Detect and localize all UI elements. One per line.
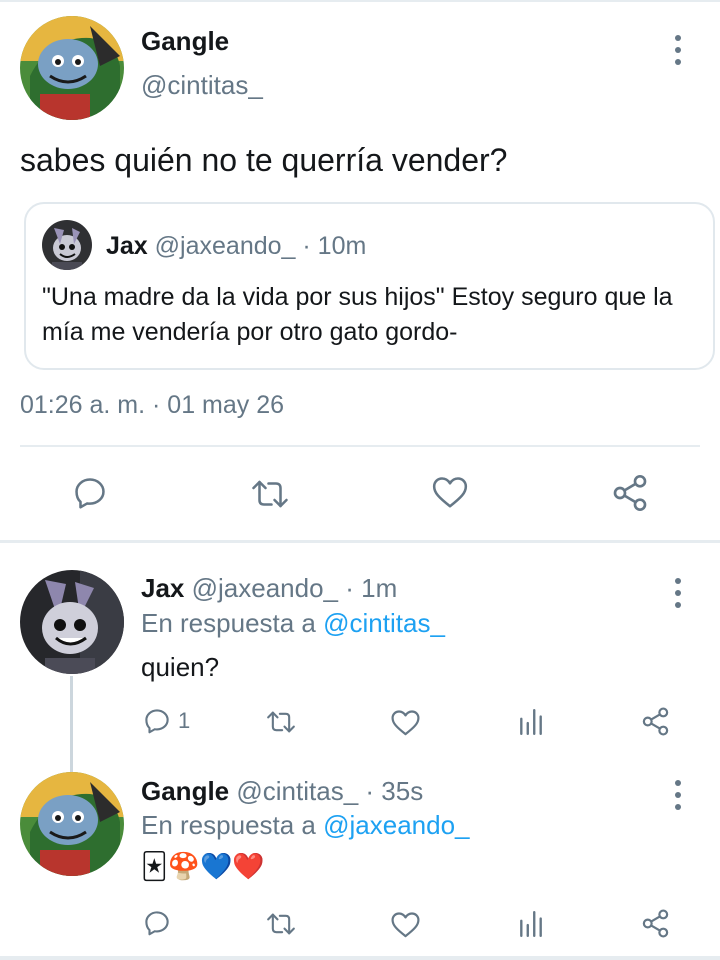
like-button[interactable] — [390, 708, 421, 737]
author-avatar[interactable] — [20, 16, 124, 120]
like-button[interactable] — [390, 910, 421, 939]
analytics-button[interactable] — [518, 708, 544, 736]
share-button[interactable] — [640, 706, 671, 737]
quoted-author-avatar — [42, 220, 92, 270]
share-icon — [642, 909, 669, 938]
heart-icon — [432, 477, 468, 508]
reply-icon — [145, 911, 169, 936]
heart-icon — [391, 710, 420, 736]
reply-text: quien? — [141, 652, 220, 682]
reply-prefix: En respuesta a — [141, 810, 316, 840]
retweet-icon — [267, 711, 295, 733]
retweet-button[interactable] — [249, 476, 291, 512]
reply-button[interactable] — [142, 908, 172, 938]
heart-icon — [391, 912, 420, 938]
reply-time: 35s — [381, 776, 424, 806]
analytics-button[interactable] — [518, 910, 544, 938]
in-reply-to: En respuesta a @cintitas_ — [141, 608, 445, 639]
top-divider — [0, 0, 720, 2]
quoted-text: "Una madre da la vida por sus hijos" Est… — [42, 283, 673, 346]
divider — [20, 445, 700, 447]
quoted-tweet[interactable]: Jax @jaxeando_ · 10m "Una madre da la vi… — [24, 202, 715, 370]
quoted-meta: Jax @jaxeando_ · 10m — [106, 232, 366, 261]
bottom-divider — [0, 956, 720, 960]
reply-author-name[interactable]: Gangle — [141, 776, 229, 806]
share-icon — [642, 707, 669, 736]
retweet-button[interactable] — [264, 910, 298, 938]
analytics-icon — [520, 910, 542, 938]
meta-separator: · — [365, 776, 375, 806]
section-divider — [0, 540, 720, 543]
reply-mention-link[interactable]: @cintitas_ — [323, 608, 445, 638]
reply-mention-link[interactable]: @jaxeando_ — [323, 810, 469, 840]
reply-meta: Jax @jaxeando_ · 1m — [141, 573, 397, 604]
meta-separator: · — [302, 232, 311, 260]
quoted-author-name: Jax — [106, 232, 148, 260]
tweet-text: sabes quién no te querría vender? — [20, 142, 508, 178]
reply-text: 🃏🍄💙❤️ — [141, 852, 265, 882]
reply-button[interactable]: 1 — [142, 706, 190, 736]
reply-author-avatar[interactable] — [20, 772, 124, 876]
meta-separator: · — [345, 573, 354, 603]
reply-prefix: En respuesta a — [141, 608, 316, 638]
more-options-icon[interactable] — [668, 32, 688, 68]
reply-icon — [145, 709, 169, 734]
author-handle[interactable]: @cintitas_ — [141, 70, 263, 101]
reply-button[interactable] — [71, 474, 109, 512]
retweet-button[interactable] — [264, 708, 298, 736]
reply-author-handle[interactable]: @jaxeando_ — [192, 573, 338, 603]
thread-connector — [70, 676, 73, 774]
retweet-icon — [267, 913, 295, 935]
more-options-icon[interactable] — [668, 777, 688, 813]
analytics-icon — [520, 708, 542, 736]
author-name[interactable]: Gangle — [141, 26, 229, 57]
share-icon — [613, 475, 647, 511]
quoted-author-handle: @jaxeando_ — [154, 232, 296, 260]
retweet-icon — [252, 480, 288, 508]
reply-count: 1 — [178, 708, 191, 733]
reply-time: 1m — [361, 573, 398, 603]
in-reply-to: En respuesta a @jaxeando_ — [141, 810, 470, 841]
reply-author-avatar[interactable] — [20, 570, 124, 674]
reply-author-handle[interactable]: @cintitas_ — [236, 776, 358, 806]
more-options-icon[interactable] — [668, 575, 688, 611]
share-button[interactable] — [640, 908, 671, 939]
like-button[interactable] — [431, 474, 469, 510]
share-button[interactable] — [610, 473, 650, 513]
quoted-time: 10m — [317, 232, 367, 260]
tweet-timestamp[interactable]: 01:26 a. m. · 01 may 26 — [20, 391, 284, 420]
reply-author-name[interactable]: Jax — [141, 573, 184, 603]
reply-meta: Gangle @cintitas_ · 35s — [141, 776, 423, 807]
reply-icon — [75, 478, 105, 509]
